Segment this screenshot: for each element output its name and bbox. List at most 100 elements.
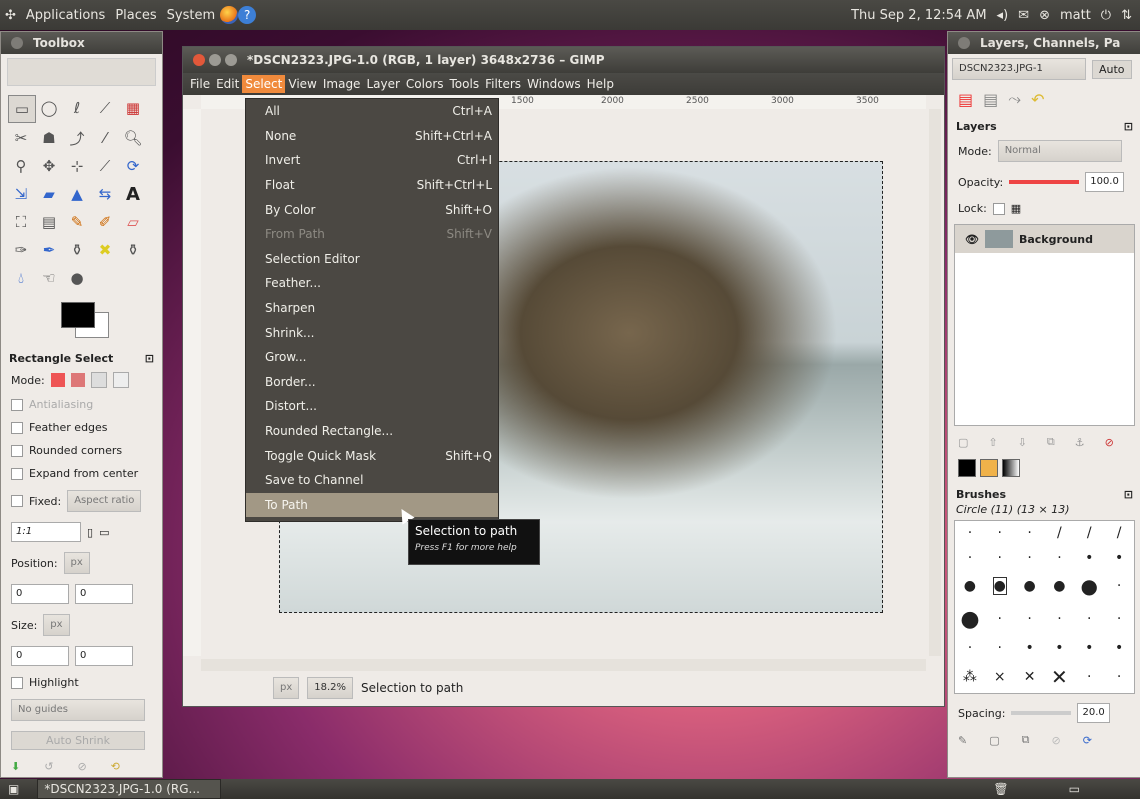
brush-item[interactable]: · (1027, 611, 1031, 627)
refresh-brushes-icon[interactable]: ⟳ (1083, 734, 1092, 747)
layer-row-background[interactable]: 👁︎ Background (955, 225, 1134, 253)
ubuntu-logo-icon[interactable]: ✣ (0, 8, 21, 23)
menu-layer[interactable]: Layer (363, 75, 402, 93)
size-w-field[interactable]: 0 (11, 646, 69, 666)
brush-item[interactable]: ● (1023, 578, 1035, 594)
portrait-icon[interactable]: ▯ (87, 526, 93, 539)
maximize-window-icon[interactable] (225, 54, 237, 66)
tab-channels-icon[interactable]: ▤ (983, 90, 998, 109)
menu-item-none[interactable]: None Shift+Ctrl+A (246, 124, 498, 149)
foreground-color-swatch[interactable] (61, 302, 95, 328)
tab-patterns-icon[interactable] (980, 459, 998, 477)
perspective-tool-icon[interactable]: ▲ (64, 181, 90, 207)
brush-grid[interactable]: · · · / / / · · · · • • ● ● ● ● ● · ● · · · · · · · • • • • ⁂ × ✕ ✕ ·… (954, 520, 1135, 694)
color-select-tool-icon[interactable]: ▦ (120, 95, 146, 121)
minimize-window-icon[interactable] (209, 54, 221, 66)
menu-item-toggle-quick-mask[interactable]: Toggle Quick Mask Shift+Q (246, 443, 498, 468)
paintbrush-tool-icon[interactable]: ✐ (92, 209, 118, 235)
measure-tool-icon[interactable]: ⚲ (8, 153, 34, 179)
mail-icon[interactable]: ✉ (1018, 8, 1029, 23)
menu-edit[interactable]: Edit (213, 75, 242, 93)
tab-brushes-icon[interactable] (958, 459, 976, 477)
brush-item[interactable]: / (1057, 525, 1062, 541)
lock-alpha-icon[interactable]: ▦ (1011, 202, 1021, 215)
menu-windows[interactable]: Windows (524, 75, 584, 93)
auto-shrink-button[interactable]: Auto Shrink (11, 731, 145, 750)
image-select[interactable]: DSCN2323.JPG-1 (952, 58, 1086, 80)
brush-item[interactable]: · (998, 611, 1002, 627)
brush-item[interactable]: · (1057, 611, 1061, 627)
close-icon[interactable] (958, 37, 970, 49)
menu-item-by-color[interactable]: By Color Shift+O (246, 197, 498, 222)
brush-item[interactable]: • (1025, 640, 1033, 656)
brush-item[interactable]: ● (960, 607, 979, 632)
reset-options-icon[interactable]: ⟲ (111, 760, 120, 773)
menu-item-feather[interactable]: Feather... (246, 271, 498, 296)
brush-item[interactable]: ● (992, 577, 1007, 596)
menu-help[interactable]: Help (584, 75, 617, 93)
pencil-tool-icon[interactable]: ✎ (64, 209, 90, 235)
close-window-icon[interactable] (193, 54, 205, 66)
menu-item-distort[interactable]: Distort... (246, 394, 498, 419)
unit-select[interactable]: px (273, 677, 300, 699)
mode-intersect-icon[interactable] (112, 372, 129, 388)
user-status-icon[interactable]: ⊗ (1039, 8, 1050, 23)
menu-tools[interactable]: Tools (447, 75, 483, 93)
brush-item[interactable]: ✕ (1051, 665, 1068, 689)
vertical-scrollbar[interactable] (929, 109, 941, 656)
tab-menu-icon[interactable]: ⊡ (1124, 488, 1133, 501)
new-brush-icon[interactable]: ▢ (989, 734, 999, 747)
rect-select-tool-icon[interactable]: ▭ (8, 95, 36, 123)
opacity-slider[interactable] (1009, 180, 1080, 184)
brush-item[interactable]: / (1087, 525, 1092, 541)
tab-layers-icon[interactable]: ▤ (958, 90, 973, 109)
guides-select[interactable]: No guides (11, 699, 145, 721)
menu-item-shrink[interactable]: Shrink... (246, 320, 498, 345)
perspective-clone-tool-icon[interactable]: ⚱ (120, 237, 146, 263)
fixed-checkbox[interactable] (11, 495, 23, 507)
menu-item-selection-editor[interactable]: Selection Editor (246, 247, 498, 272)
menu-item-invert[interactable]: Invert Ctrl+I (246, 148, 498, 173)
menu-image[interactable]: Image (320, 75, 364, 93)
taskbar-gimp-window[interactable]: *DSCN2323.JPG-1.0 (RG... (37, 779, 222, 799)
menu-filters[interactable]: Filters (482, 75, 524, 93)
brush-item[interactable]: · (998, 640, 1002, 656)
mode-add-icon[interactable] (70, 373, 85, 387)
text-tool-icon[interactable]: A (120, 181, 146, 207)
paths-tool-icon[interactable]: ⤴ (64, 125, 90, 151)
smudge-tool-icon[interactable]: ☜ (36, 265, 62, 291)
fixed-combo[interactable]: Aspect ratio (67, 490, 142, 512)
spacing-slider[interactable] (1011, 711, 1072, 715)
heal-tool-icon[interactable]: ✖ (92, 237, 118, 263)
dodge-burn-tool-icon[interactable]: ● (64, 265, 90, 291)
brush-item[interactable]: · (998, 550, 1002, 566)
menu-item-float[interactable]: Float Shift+Ctrl+L (246, 173, 498, 198)
shear-tool-icon[interactable]: ▰ (36, 181, 62, 207)
menu-view[interactable]: View (285, 75, 319, 93)
brush-item[interactable]: · (998, 525, 1002, 541)
free-select-tool-icon[interactable]: ℓ (64, 95, 90, 121)
window-titlebar[interactable]: *DSCN2323.JPG-1.0 (RGB, 1 layer) 3648x27… (183, 47, 944, 73)
brush-item[interactable]: · (1027, 525, 1031, 541)
edit-brush-icon[interactable]: ✎ (958, 734, 967, 747)
volume-icon[interactable]: ◂) (997, 8, 1009, 23)
brush-item[interactable]: • (1115, 640, 1123, 656)
toolbox-title-bar[interactable]: Toolbox (1, 32, 162, 54)
opacity-field[interactable]: 100.0 (1085, 172, 1124, 192)
brush-item[interactable]: ● (964, 578, 976, 594)
brush-item[interactable]: · (968, 525, 972, 541)
menu-item-to-path[interactable]: To Path (246, 492, 498, 518)
brush-item[interactable]: · (968, 550, 972, 566)
fuzzy-select-tool-icon[interactable]: ⟋ (92, 95, 118, 121)
antialiasing-row[interactable]: Antialiasing (1, 393, 162, 416)
tab-undo-icon[interactable]: ↶ (1031, 90, 1044, 109)
workspace-switcher-icon[interactable]: ▭ (1069, 782, 1080, 796)
delete-brush-icon[interactable]: ⊘ (1051, 734, 1060, 747)
menu-select[interactable]: Select (242, 75, 286, 93)
vertical-ruler[interactable] (183, 109, 202, 656)
brush-item[interactable]: • (1085, 640, 1093, 656)
brush-item[interactable]: · (1117, 669, 1121, 685)
layer-mode-select[interactable]: Normal (997, 140, 1122, 162)
new-layer-icon[interactable]: ▢ (958, 436, 968, 449)
ratio-field[interactable]: 1:1 (11, 522, 81, 542)
